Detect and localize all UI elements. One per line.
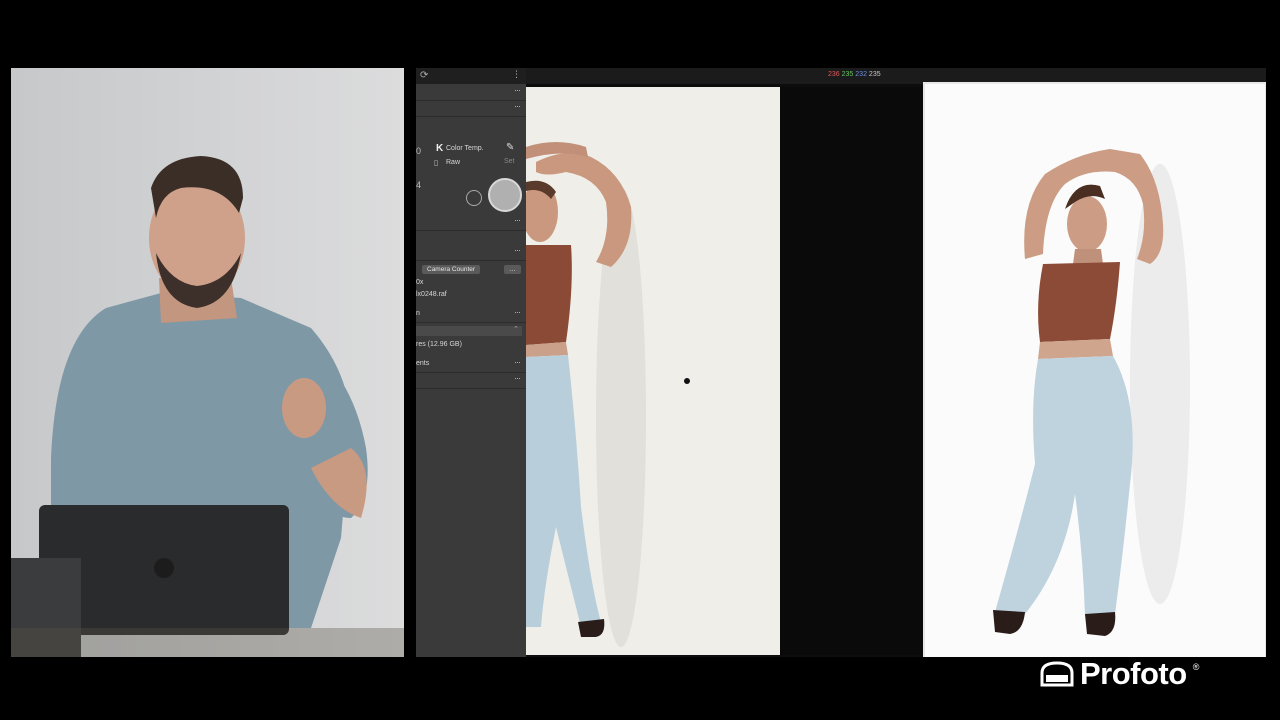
presenter-illustration bbox=[11, 68, 404, 657]
section-options-icon[interactable]: ··· bbox=[514, 101, 521, 111]
model-photo-left bbox=[526, 87, 780, 655]
logo-text: Profoto bbox=[1080, 656, 1187, 691]
inspector-section-header[interactable]: ··· bbox=[416, 244, 526, 261]
brand-logo: Profoto ® bbox=[1040, 656, 1199, 692]
inspector-section-header[interactable]: ··· bbox=[416, 214, 526, 231]
inspector-menu-icon[interactable]: ⋮ bbox=[512, 69, 521, 80]
rotate-icon[interactable]: ⟳ bbox=[420, 70, 428, 81]
section-title: n bbox=[416, 310, 420, 317]
inspector-section-header[interactable]: ··· bbox=[416, 100, 526, 117]
green-value: 235 bbox=[841, 71, 854, 78]
storage-info: res (12.96 GB) bbox=[416, 341, 462, 348]
camera-counter-token[interactable]: Camera Counter bbox=[422, 265, 481, 274]
section-options-icon[interactable]: ··· bbox=[514, 85, 521, 95]
naming-format: 0x bbox=[416, 279, 424, 286]
captured-image[interactable] bbox=[923, 82, 1266, 657]
inspector-section-header[interactable]: n ··· bbox=[416, 306, 526, 323]
section-options-icon[interactable]: ··· bbox=[514, 357, 521, 367]
section-title: ents bbox=[416, 360, 430, 367]
registered-mark: ® bbox=[1192, 662, 1200, 672]
camera-icon[interactable] bbox=[466, 190, 482, 206]
cropped-label: 0 bbox=[416, 146, 422, 156]
cropped-label: 4 bbox=[416, 180, 422, 190]
inspector-section-header[interactable]: ents ··· bbox=[416, 356, 526, 373]
section-options-icon[interactable]: ··· bbox=[514, 307, 521, 317]
viewer-toolbar: 236 235 232 235 bbox=[526, 68, 1266, 84]
inspector-section-header[interactable]: ··· bbox=[416, 84, 526, 101]
viewer-background bbox=[780, 87, 924, 655]
wb-color-swatch[interactable] bbox=[488, 178, 522, 212]
profoto-mark-icon bbox=[1040, 661, 1074, 687]
screen-share: ⟳ ⋮ ··· ··· K Color Temp. ▯ Raw ✎ Set 0 … bbox=[416, 68, 1266, 657]
color-readout: 236 235 232 235 bbox=[828, 71, 881, 78]
inspector-panel: ⟳ ⋮ ··· ··· K Color Temp. ▯ Raw ✎ Set 0 … bbox=[416, 68, 526, 657]
wb-source-dropdown[interactable]: Raw bbox=[446, 159, 460, 166]
white-balance-tool: K Color Temp. ▯ Raw ✎ Set 0 4 bbox=[416, 134, 526, 216]
section-options-icon[interactable]: ··· bbox=[514, 215, 521, 225]
red-value: 236 bbox=[828, 71, 840, 78]
wb-mode-dropdown[interactable]: Color Temp. bbox=[446, 145, 484, 152]
wb-set-button[interactable]: Set bbox=[504, 158, 515, 165]
inspector-section-header[interactable]: ··· bbox=[416, 372, 526, 389]
blue-value: 232 bbox=[855, 71, 867, 78]
luminance-value: 235 bbox=[868, 71, 881, 78]
inspector-toolbar: ⟳ ⋮ bbox=[416, 68, 526, 84]
wb-mode-letter: K bbox=[436, 143, 444, 154]
live-view-image[interactable] bbox=[526, 87, 780, 655]
webcam-video bbox=[11, 68, 404, 657]
model-photo-right bbox=[925, 84, 1265, 657]
document-icon: ▯ bbox=[434, 158, 439, 167]
more-tokens-button[interactable]: … bbox=[504, 265, 521, 274]
sample-filename: lx0248.raf bbox=[416, 291, 447, 298]
destination-select[interactable]: ⌃ bbox=[416, 326, 522, 336]
section-options-icon[interactable]: ··· bbox=[514, 245, 521, 255]
section-options-icon[interactable]: ··· bbox=[514, 373, 521, 383]
eyedropper-icon[interactable]: ✎ bbox=[506, 142, 514, 153]
